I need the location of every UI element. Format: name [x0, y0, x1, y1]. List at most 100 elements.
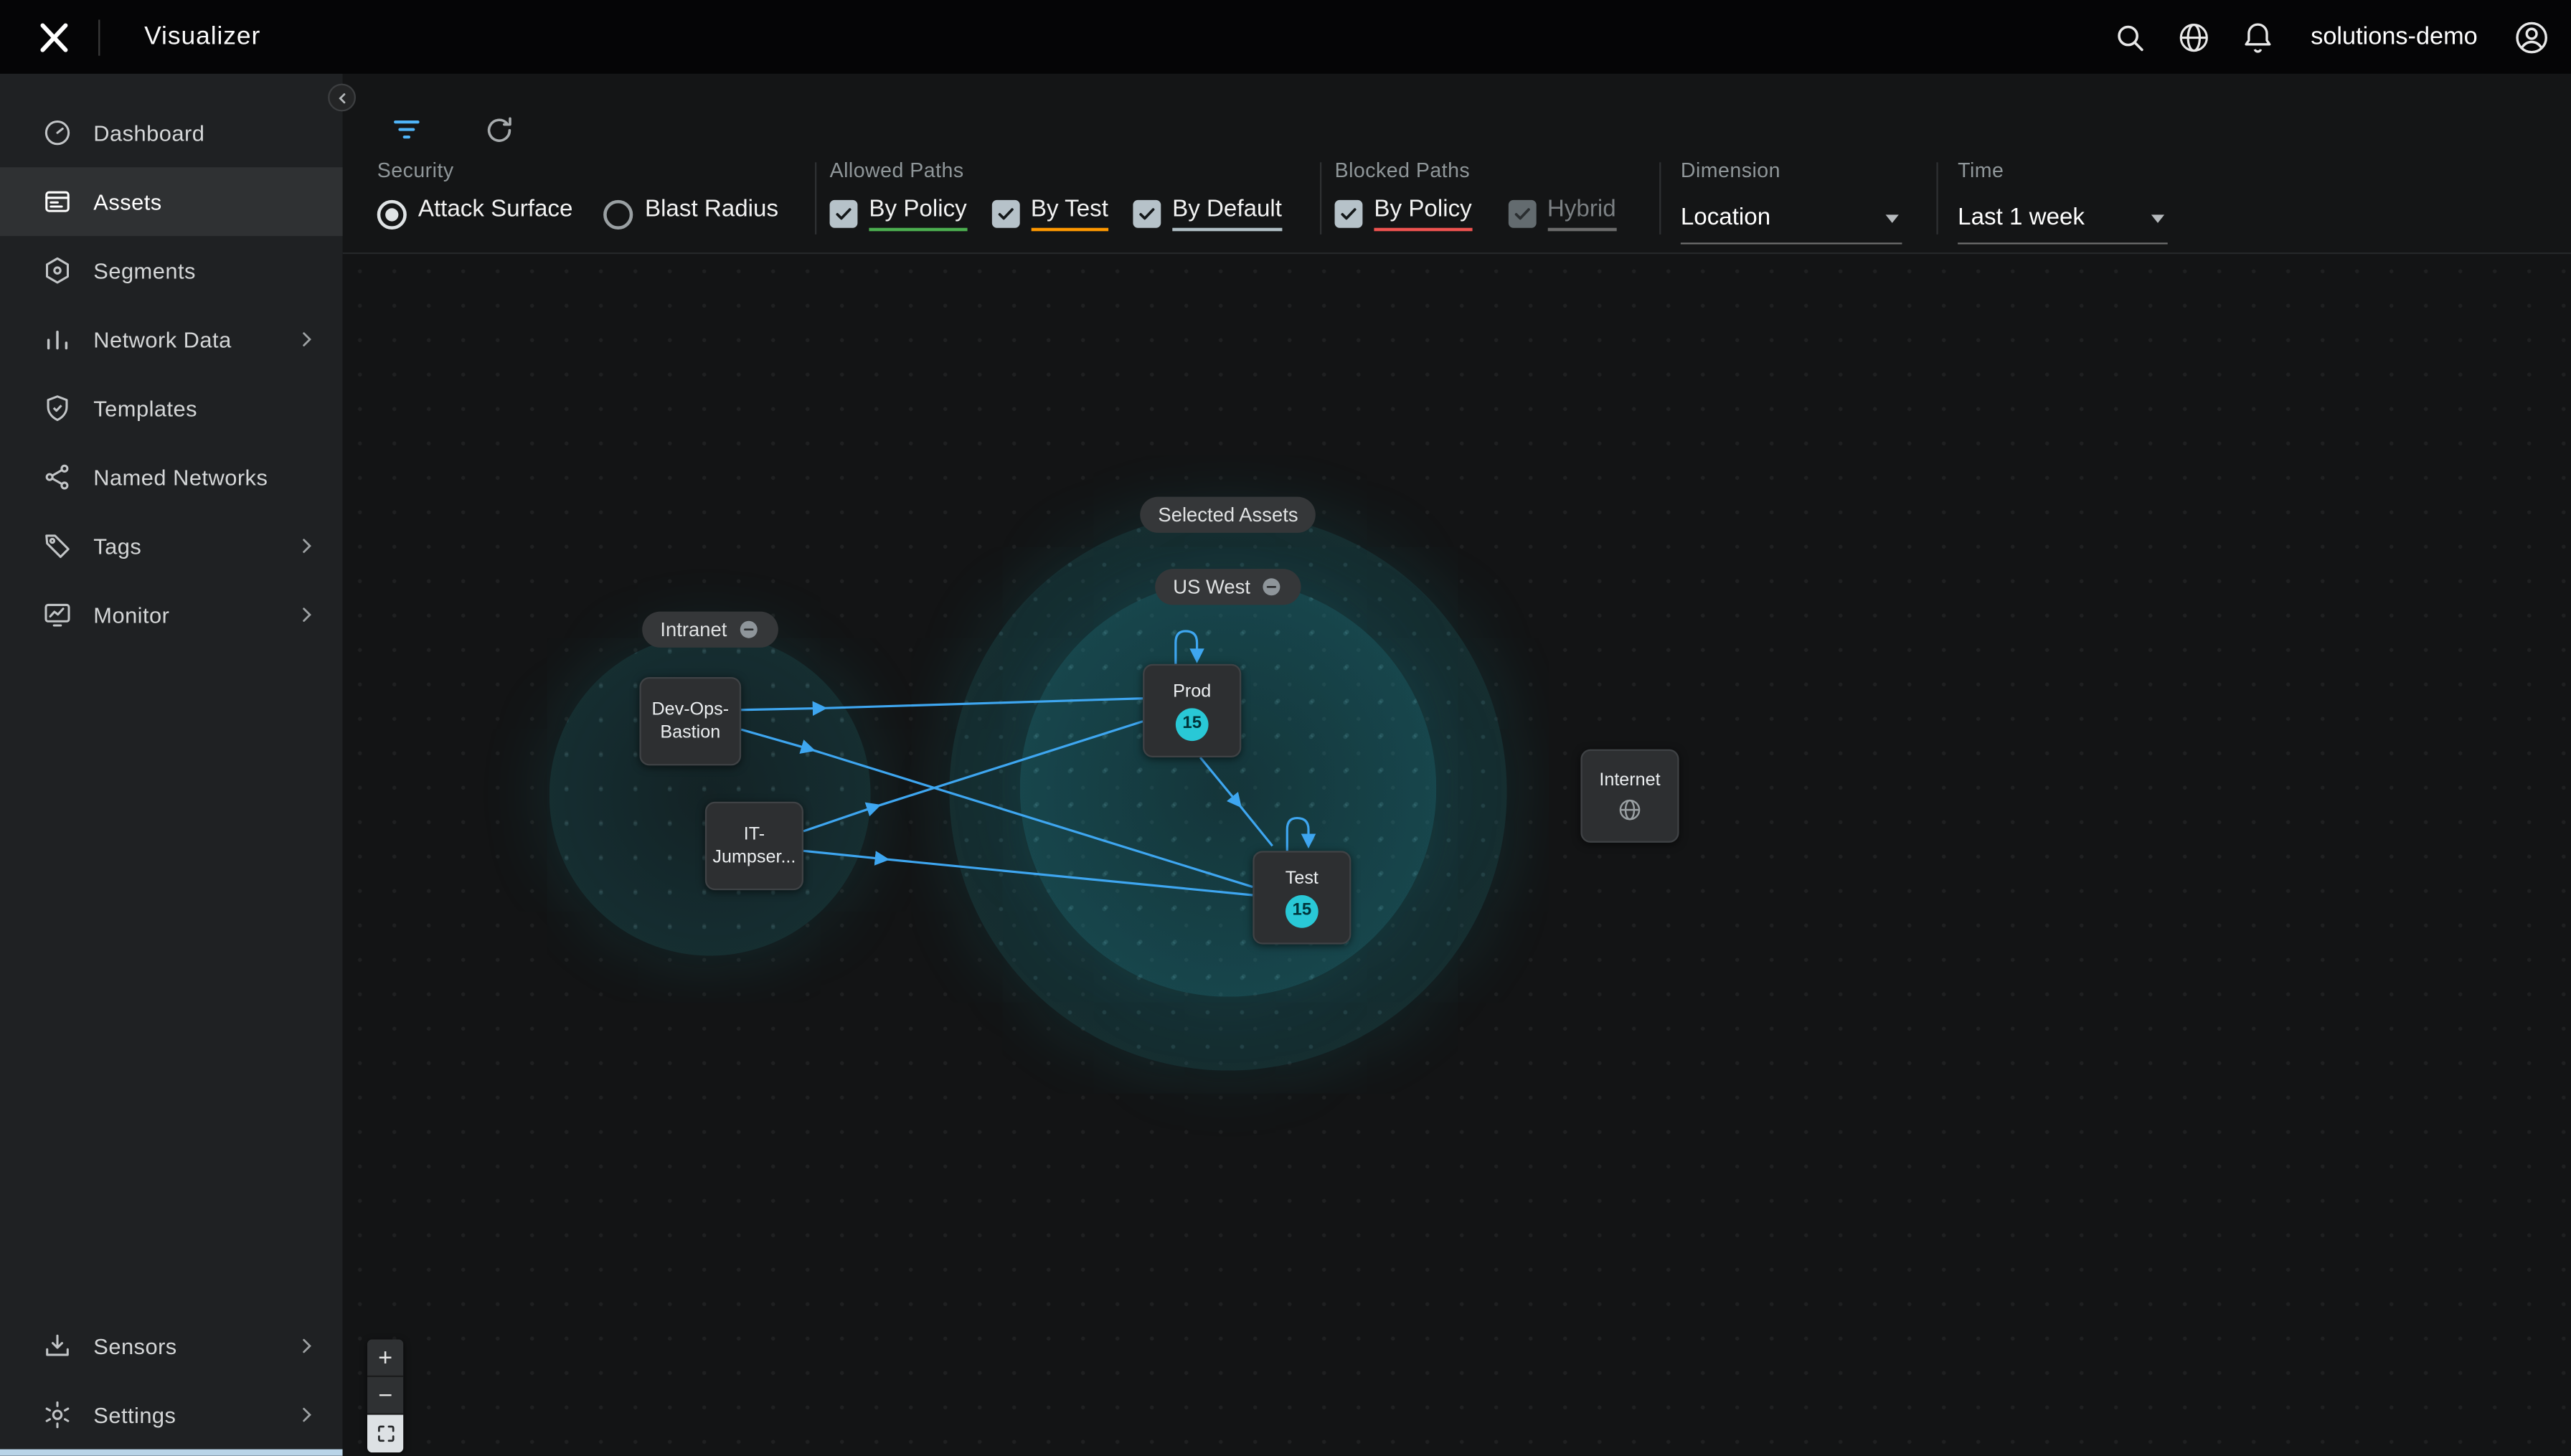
- sidebar-scrollbar[interactable]: [0, 1450, 343, 1456]
- asset-count-badge: 15: [1286, 895, 1318, 928]
- fit-to-screen-button[interactable]: [367, 1415, 403, 1453]
- group-pill-label: Selected Assets: [1158, 504, 1298, 526]
- brand-logo-icon: [34, 17, 74, 57]
- dashboard-icon: [41, 116, 74, 149]
- sidebar: Dashboard Assets Segments Network Data T…: [0, 74, 343, 1456]
- time-select-value: Last 1 week: [1958, 205, 2085, 232]
- asset-node-prod[interactable]: Prod 15: [1143, 664, 1241, 757]
- checkbox-checked-icon[interactable]: [1335, 200, 1363, 228]
- filter-group-label: Blocked Paths: [1335, 159, 1660, 182]
- radio-selected-icon[interactable]: [377, 199, 407, 229]
- checkbox-checked-icon[interactable]: [991, 200, 1019, 228]
- asset-node-label: Internet: [1599, 769, 1660, 793]
- checkbox-label: By Policy: [869, 197, 966, 231]
- checkbox-allowed-by-policy[interactable]: By Policy: [830, 197, 967, 231]
- app: Visualizer solutions-demo Dashboard: [0, 0, 2571, 1456]
- filter-group-label: Time: [1958, 159, 2184, 182]
- checkbox-hybrid: Hybrid: [1508, 197, 1616, 231]
- sidebar-spacer: [0, 649, 343, 1311]
- chevron-right-icon: [293, 602, 320, 628]
- filter-group-blocked-paths: Blocked Paths By Policy Hybrid: [1321, 159, 1659, 245]
- sidebar-item-named-networks[interactable]: Named Networks: [0, 443, 343, 511]
- asset-node-internet[interactable]: Internet: [1580, 750, 1679, 843]
- sidebar-item-sensors[interactable]: Sensors: [0, 1312, 343, 1381]
- filter-group-label: Dimension: [1681, 159, 1937, 182]
- group-pill-selected-assets[interactable]: Selected Assets: [1140, 497, 1316, 533]
- zoom-controls: + −: [367, 1339, 403, 1452]
- segments-icon: [41, 254, 74, 287]
- main-area: Security Attack Surface Blast Radius: [343, 74, 2571, 1456]
- sidebar-item-label: Templates: [93, 396, 197, 420]
- topbar: Visualizer solutions-demo: [0, 0, 2571, 74]
- group-pill-intranet[interactable]: Intranet: [642, 612, 778, 648]
- zoom-in-button[interactable]: +: [367, 1339, 403, 1377]
- filter-group-allowed-paths: Allowed Paths By Policy By Test: [816, 159, 1320, 245]
- sidebar-item-templates[interactable]: Templates: [0, 374, 343, 443]
- collapse-group-icon[interactable]: [1260, 575, 1283, 598]
- time-select[interactable]: Last 1 week: [1958, 197, 2168, 244]
- zoom-out-button[interactable]: −: [367, 1377, 403, 1415]
- radio-unselected-icon[interactable]: [604, 199, 633, 229]
- settings-gear-icon: [41, 1399, 74, 1432]
- checkbox-allowed-by-default[interactable]: By Default: [1133, 197, 1282, 231]
- sidebar-item-label: Assets: [93, 189, 161, 214]
- sidebar-item-segments[interactable]: Segments: [0, 236, 343, 305]
- checkbox-blocked-by-policy[interactable]: By Policy: [1335, 197, 1472, 231]
- checkbox-label: By Policy: [1374, 197, 1471, 231]
- sidebar-item-monitor[interactable]: Monitor: [0, 580, 343, 649]
- radio-attack-surface[interactable]: Attack Surface: [377, 197, 573, 231]
- group-pill-label: US West: [1173, 575, 1250, 598]
- radio-blast-radius[interactable]: Blast Radius: [604, 197, 778, 231]
- sidebar-item-label: Network Data: [93, 327, 231, 351]
- filter-group-security: Security Attack Surface Blast Radius: [377, 159, 815, 245]
- internet-globe-icon: [1617, 797, 1643, 823]
- sidebar-item-network-data[interactable]: Network Data: [0, 305, 343, 374]
- sidebar-item-label: Sensors: [93, 1333, 176, 1358]
- sidebar-item-dashboard[interactable]: Dashboard: [0, 98, 343, 167]
- chevron-right-icon: [293, 326, 320, 353]
- sidebar-collapse-button[interactable]: [328, 84, 356, 112]
- graph-canvas[interactable]: Selected Assets US West Intranet Dev-Ops…: [343, 254, 2571, 1455]
- tags-icon: [41, 529, 74, 562]
- checkbox-allowed-by-test[interactable]: By Test: [991, 197, 1108, 231]
- chevron-down-icon: [2151, 214, 2164, 222]
- checkbox-label: By Default: [1172, 197, 1282, 231]
- checkbox-label: By Test: [1031, 197, 1108, 231]
- collapse-group-icon[interactable]: [737, 618, 760, 641]
- filter-list-icon[interactable]: [389, 111, 425, 147]
- sidebar-item-settings[interactable]: Settings: [0, 1381, 343, 1450]
- group-pill-us-west[interactable]: US West: [1155, 569, 1301, 605]
- account-avatar-icon[interactable]: [2512, 17, 2552, 57]
- sidebar-item-tags[interactable]: Tags: [0, 511, 343, 580]
- assets-icon: [41, 185, 74, 218]
- topbar-divider: [98, 19, 100, 55]
- asset-node-label: Prod: [1173, 680, 1211, 704]
- checkbox-checked-icon[interactable]: [830, 200, 858, 228]
- chevron-down-icon: [1886, 214, 1899, 222]
- filter-group-label: Allowed Paths: [830, 159, 1320, 182]
- radio-label: Attack Surface: [418, 197, 573, 231]
- asset-node-label: Test: [1286, 867, 1318, 891]
- sensors-icon: [41, 1330, 74, 1363]
- filter-group-dimension: Dimension Location: [1661, 159, 1936, 245]
- notifications-bell-icon[interactable]: [2240, 19, 2276, 55]
- sidebar-item-assets[interactable]: Assets: [0, 167, 343, 236]
- asset-node-label: Dev-Ops-Bastion: [652, 698, 730, 744]
- asset-node-test[interactable]: Test 15: [1253, 851, 1351, 944]
- globe-icon[interactable]: [2176, 19, 2212, 55]
- refresh-icon[interactable]: [482, 113, 516, 147]
- monitor-icon: [41, 598, 74, 631]
- search-icon[interactable]: [2113, 19, 2148, 55]
- asset-node-dev-ops-bastion[interactable]: Dev-Ops-Bastion: [639, 677, 741, 765]
- sidebar-item-label: Tags: [93, 534, 141, 558]
- asset-node-it-jumpserver[interactable]: IT-Jumpser...: [705, 802, 803, 890]
- chevron-right-icon: [293, 1401, 320, 1428]
- checkbox-checked-icon[interactable]: [1133, 200, 1161, 228]
- group-circle-us-west[interactable]: [1020, 580, 1437, 997]
- sidebar-item-label: Settings: [93, 1402, 176, 1427]
- asset-count-badge: 15: [1176, 709, 1209, 742]
- dimension-select[interactable]: Location: [1681, 197, 1902, 244]
- sidebar-item-label: Dashboard: [93, 120, 204, 145]
- app-title: Visualizer: [144, 22, 260, 52]
- filter-bar: Security Attack Surface Blast Radius: [343, 74, 2571, 254]
